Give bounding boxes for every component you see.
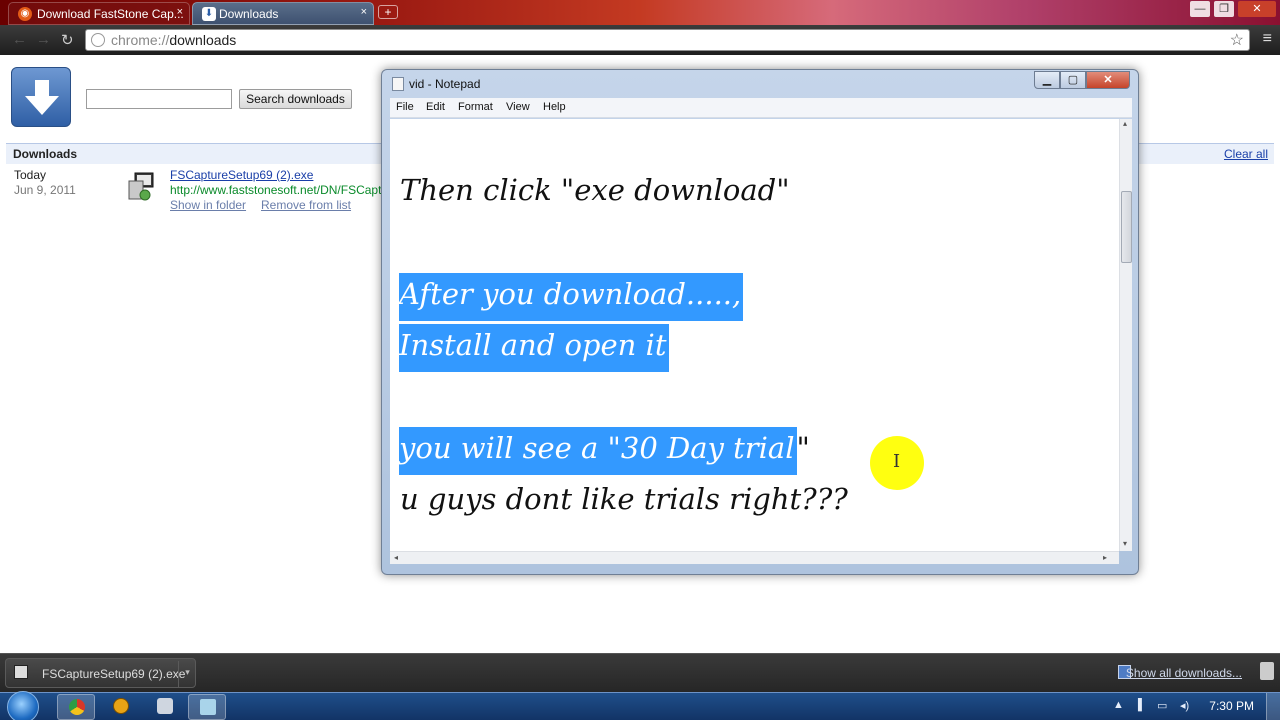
window-minimize-button[interactable]: — <box>1190 1 1210 17</box>
download-source-url[interactable]: http://www.faststonesoft.net/DN/FSCaptur… <box>170 183 382 197</box>
search-downloads-button[interactable]: Search downloads <box>239 89 352 109</box>
download-file-name[interactable]: FSCaptureSetup69 (2).exe <box>170 168 313 182</box>
chrome-icon <box>69 699 85 715</box>
back-button[interactable]: ← <box>12 31 27 48</box>
notepad-text-area[interactable]: Then click "exe download" After you down… <box>390 119 1119 551</box>
text-line: u guys dont like trials right??? <box>400 482 848 516</box>
vertical-scroll-thumb[interactable] <box>1121 191 1132 263</box>
shelf-item-menu-button[interactable]: ▾ <box>178 661 196 687</box>
downloads-favicon-icon: ⬇ <box>202 7 216 21</box>
tab-downloads-label: Downloads <box>219 7 279 21</box>
scroll-up-icon[interactable]: ▴ <box>1123 119 1127 128</box>
taskbar-media-button[interactable] <box>102 694 140 720</box>
tab-faststone-label: Download FastStone Cap... <box>37 7 184 21</box>
forward-button[interactable]: → <box>36 31 51 48</box>
address-scheme: chrome:// <box>111 32 170 48</box>
menu-edit[interactable]: Edit <box>426 101 445 113</box>
text-line: Then click "exe download" <box>400 173 790 207</box>
globe-icon <box>91 33 105 47</box>
download-shelf: FSCaptureSetup69 (2).exe ▾ Show all down… <box>0 653 1280 692</box>
menu-file[interactable]: File <box>396 101 414 113</box>
windows-start-icon[interactable] <box>7 691 39 720</box>
show-desktop-button[interactable] <box>1266 693 1280 720</box>
exe-file-icon <box>14 665 28 679</box>
scroll-left-icon[interactable]: ◂ <box>394 553 398 562</box>
taskbar-clock[interactable]: 7:30 PM <box>1209 699 1254 713</box>
network-icon[interactable]: ▐ <box>1134 699 1142 711</box>
shelf-close-button[interactable] <box>1260 662 1274 680</box>
show-in-folder-link[interactable]: Show in folder <box>170 198 246 212</box>
taskbar-paint-button[interactable] <box>146 694 184 720</box>
reload-button[interactable]: ↻ <box>61 31 74 49</box>
selected-text: you will see a "30 Day trial <box>399 427 797 475</box>
tab-downloads[interactable]: ⬇ Downloads × <box>192 2 374 25</box>
screen: ◉ Download FastStone Cap... × ⬇ Download… <box>0 0 1280 720</box>
text-line-partial-selected: you will see a "30 Day trial" <box>399 427 810 475</box>
menu-help[interactable]: Help <box>543 101 566 113</box>
download-date-label: Today <box>14 168 47 182</box>
exe-file-icon <box>128 172 154 201</box>
download-arrow-graphic <box>25 80 59 115</box>
new-tab-button[interactable]: + <box>378 5 398 19</box>
notepad-title: vid - Notepad <box>409 77 481 91</box>
notepad-minimize-button[interactable]: ▁ <box>1034 71 1060 89</box>
notepad-menubar: File Edit Format View Help <box>390 98 1132 118</box>
notepad-window[interactable]: vid - Notepad ▁ ▢ ✕ File Edit Format Vie… <box>381 69 1139 575</box>
scroll-down-icon[interactable]: ▾ <box>1123 539 1127 548</box>
notepad-close-button[interactable]: ✕ <box>1086 71 1130 89</box>
shelf-item-name: FSCaptureSetup69 (2).exe <box>42 667 186 681</box>
browser-toolbar: ← → ↻ chrome://downloads ☆ ≡ <box>0 25 1280 55</box>
vertical-scrollbar[interactable]: ▴ ▾ <box>1119 119 1132 551</box>
show-all-downloads-link[interactable]: Show all downloads... <box>1126 666 1242 680</box>
menu-format[interactable]: Format <box>458 101 493 113</box>
scroll-right-icon[interactable]: ▸ <box>1103 553 1107 562</box>
notepad-maximize-button[interactable]: ▢ <box>1060 71 1086 89</box>
shelf-download-item[interactable]: FSCaptureSetup69 (2).exe ▾ <box>5 658 196 688</box>
star-icon[interactable]: ☆ <box>1230 30 1244 50</box>
notepad-icon <box>392 77 404 91</box>
ibeam-cursor-icon: I <box>893 451 901 472</box>
notepad-taskbar-icon <box>200 699 216 715</box>
faststone-favicon-icon: ◉ <box>18 7 32 21</box>
window-restore-button[interactable]: ❐ <box>1214 1 1234 17</box>
menu-view[interactable]: View <box>506 101 530 113</box>
taskbar: ▲ ▐ ▭ ◂) 7:30 PM <box>0 691 1280 720</box>
horizontal-scrollbar[interactable]: ◂ ▸ <box>390 551 1119 564</box>
taskbar-notepad-button[interactable] <box>188 694 226 720</box>
text-line-selected: After you download....., <box>399 273 744 321</box>
selected-text: Install and open it <box>399 324 669 372</box>
tab-faststone[interactable]: ◉ Download FastStone Cap... × <box>8 2 190 25</box>
download-arrow-icon <box>11 67 71 127</box>
selected-text: After you download....., <box>399 273 744 321</box>
download-date: Jun 9, 2011 <box>14 183 76 197</box>
address-bar[interactable]: chrome://downloads ☆ <box>85 29 1250 51</box>
taskbar-chrome-button[interactable] <box>57 694 95 720</box>
tray-arrow-icon[interactable]: ▲ <box>1113 699 1124 711</box>
wrench-icon[interactable]: ≡ <box>1263 30 1272 48</box>
unselected-text: " <box>796 431 810 465</box>
tab-strip: ◉ Download FastStone Cap... × ⬇ Download… <box>0 0 1280 25</box>
remove-from-list-link[interactable]: Remove from list <box>261 198 351 212</box>
clear-all-link[interactable]: Clear all <box>1224 147 1268 161</box>
tab-close-icon[interactable]: × <box>361 6 367 18</box>
volume-icon[interactable]: ◂) <box>1180 699 1189 712</box>
paint-icon <box>157 698 173 714</box>
address-path: downloads <box>169 32 237 48</box>
tab-close-icon[interactable]: × <box>177 6 183 18</box>
text-line-selected: Install and open it <box>399 324 669 372</box>
downloads-header-label: Downloads <box>13 147 78 161</box>
battery-icon[interactable]: ▭ <box>1157 699 1167 712</box>
media-player-icon <box>113 698 129 714</box>
search-input[interactable] <box>86 89 232 109</box>
window-close-button[interactable]: ✕ <box>1238 1 1276 17</box>
